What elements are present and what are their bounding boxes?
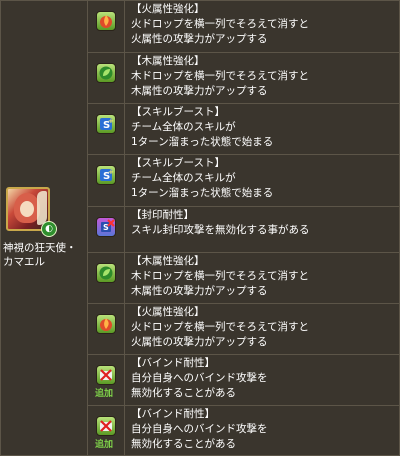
added-tag: 追加 bbox=[95, 389, 114, 399]
awakening-description: 【火属性強化】 火ドロップを横一列でそろえて消すと 火属性の攻撃力がアップする bbox=[131, 1, 399, 50]
awakening-line: 木属性の攻撃力がアップする bbox=[131, 85, 268, 97]
fire-enhance-icon[interactable] bbox=[96, 11, 116, 31]
awakening-icon-cell: 追加 bbox=[88, 355, 125, 405]
awakening-description: 【木属性強化】 木ドロップを横一列でそろえて消すと 木属性の攻撃力がアップする bbox=[131, 53, 399, 102]
awakening-line: 無効化することがある bbox=[131, 438, 236, 450]
awakening-panel: ◐ 神視の狂天使・ カマエル 【火属性強化】 火ドロップを横一列でそろえて消すと… bbox=[0, 0, 400, 456]
awakening-line: 1ターン溜まった状態で始まる bbox=[131, 187, 274, 199]
awakening-description: 【バインド耐性】 自分自身へのバインド攻撃を 無効化することがある bbox=[131, 355, 399, 404]
bind-resist-icon[interactable] bbox=[96, 365, 116, 385]
awakening-title: 【封印耐性】 bbox=[131, 209, 194, 221]
awakening-row: 【火属性強化】 火ドロップを横一列でそろえて消すと 火属性の攻撃力がアップする bbox=[88, 304, 399, 355]
awakening-row: 【木属性強化】 木ドロップを横一列でそろえて消すと 木属性の攻撃力がアップする bbox=[88, 253, 399, 304]
awakening-icon-cell bbox=[88, 304, 125, 354]
awakening-title: 【スキルブースト】 bbox=[131, 106, 225, 118]
awakening-icon-cell: S + bbox=[88, 104, 125, 154]
awakening-line: 火ドロップを横一列でそろえて消すと bbox=[131, 18, 309, 30]
awakening-row: 追加 【バインド耐性】 自分自身へのバインド攻撃を 無効化することがある bbox=[88, 406, 399, 456]
awakening-row: 【火属性強化】 火ドロップを横一列でそろえて消すと 火属性の攻撃力がアップする bbox=[88, 1, 399, 53]
awakening-row: S + 【スキルブースト】 チーム全体のスキルが 1ターン溜まった状態で始まる bbox=[88, 155, 399, 207]
awakening-line: 木ドロップを横一列でそろえて消すと bbox=[131, 270, 309, 282]
awakening-icon-cell bbox=[88, 53, 125, 103]
added-tag: 追加 bbox=[95, 440, 114, 450]
character-name-line2: カマエル bbox=[3, 256, 45, 268]
awakening-line: 無効化することがある bbox=[131, 387, 236, 399]
awakening-description: 【スキルブースト】 チーム全体のスキルが 1ターン溜まった状態で始まる bbox=[131, 104, 399, 153]
awakening-icon-cell bbox=[88, 253, 125, 303]
awakening-title: 【スキルブースト】 bbox=[131, 157, 225, 169]
bind-resist-icon[interactable] bbox=[96, 416, 116, 436]
awakening-line: チーム全体のスキルが bbox=[131, 172, 236, 184]
awakening-title: 【火属性強化】 bbox=[131, 3, 205, 15]
skill-boost-icon[interactable]: S + bbox=[96, 165, 116, 185]
awakening-description: 【木属性強化】 木ドロップを横一列でそろえて消すと 木属性の攻撃力がアップする bbox=[131, 253, 399, 302]
svg-text:S: S bbox=[103, 223, 109, 232]
awakening-icon-cell: S bbox=[88, 207, 125, 252]
awakening-title: 【バインド耐性】 bbox=[131, 408, 215, 420]
portrait-wing bbox=[37, 191, 47, 225]
svg-text:+: + bbox=[108, 117, 114, 125]
awakening-line: 火ドロップを横一列でそろえて消すと bbox=[131, 321, 309, 333]
awakening-description: 【バインド耐性】 自分自身へのバインド攻撃を 無効化することがある bbox=[131, 406, 399, 455]
awakening-row: S 【封印耐性】 スキル封印攻撃を無効化する事がある bbox=[88, 207, 399, 253]
character-block: ◐ 神視の狂天使・ カマエル bbox=[3, 187, 87, 269]
awakening-line: 火属性の攻撃力がアップする bbox=[131, 33, 268, 45]
awakening-icon-cell: S + bbox=[88, 155, 125, 206]
awakening-line: 木ドロップを横一列でそろえて消すと bbox=[131, 70, 309, 82]
awakening-title: 【火属性強化】 bbox=[131, 306, 205, 318]
awakening-row: S + 【スキルブースト】 チーム全体のスキルが 1ターン溜まった状態で始まる bbox=[88, 104, 399, 155]
svg-text:+: + bbox=[108, 168, 114, 176]
awakening-line: スキル封印攻撃を無効化する事がある bbox=[131, 224, 310, 236]
awakening-description: 【封印耐性】 スキル封印攻撃を無効化する事がある bbox=[131, 207, 399, 241]
awakening-line: 自分自身へのバインド攻撃を bbox=[131, 423, 268, 435]
awakening-line: 火属性の攻撃力がアップする bbox=[131, 336, 268, 348]
awakening-icon-cell: 追加 bbox=[88, 406, 125, 456]
awakening-title: 【バインド耐性】 bbox=[131, 357, 215, 369]
seal-resist-icon[interactable]: S bbox=[96, 217, 116, 237]
awakening-line: 自分自身へのバインド攻撃を bbox=[131, 372, 268, 384]
skill-boost-icon[interactable]: S + bbox=[96, 114, 116, 134]
awakening-row: 追加 【バインド耐性】 自分自身へのバインド攻撃を 無効化することがある bbox=[88, 355, 399, 406]
wood-attribute-icon: ◐ bbox=[41, 221, 57, 237]
character-name: 神視の狂天使・ カマエル bbox=[3, 241, 87, 269]
awakening-row: 【木属性強化】 木ドロップを横一列でそろえて消すと 木属性の攻撃力がアップする bbox=[88, 53, 399, 104]
fire-enhance-icon[interactable] bbox=[96, 314, 116, 334]
awakening-title: 【木属性強化】 bbox=[131, 55, 205, 67]
wood-enhance-icon[interactable] bbox=[96, 263, 116, 283]
character-column: ◐ 神視の狂天使・ カマエル bbox=[1, 1, 88, 455]
awakening-line: チーム全体のスキルが bbox=[131, 121, 236, 133]
awakening-description: 【火属性強化】 火ドロップを横一列でそろえて消すと 火属性の攻撃力がアップする bbox=[131, 304, 399, 353]
awakening-description: 【スキルブースト】 チーム全体のスキルが 1ターン溜まった状態で始まる bbox=[131, 155, 399, 204]
character-name-line1: 神視の狂天使・ bbox=[3, 242, 77, 254]
awakening-line: 木属性の攻撃力がアップする bbox=[131, 285, 268, 297]
awakening-icon-cell bbox=[88, 1, 125, 52]
awakening-list: 【火属性強化】 火ドロップを横一列でそろえて消すと 火属性の攻撃力がアップする … bbox=[88, 1, 399, 456]
portrait-face bbox=[20, 201, 34, 217]
awakening-title: 【木属性強化】 bbox=[131, 255, 205, 267]
wood-enhance-icon[interactable] bbox=[96, 63, 116, 83]
awakening-line: 1ターン溜まった状態で始まる bbox=[131, 136, 274, 148]
